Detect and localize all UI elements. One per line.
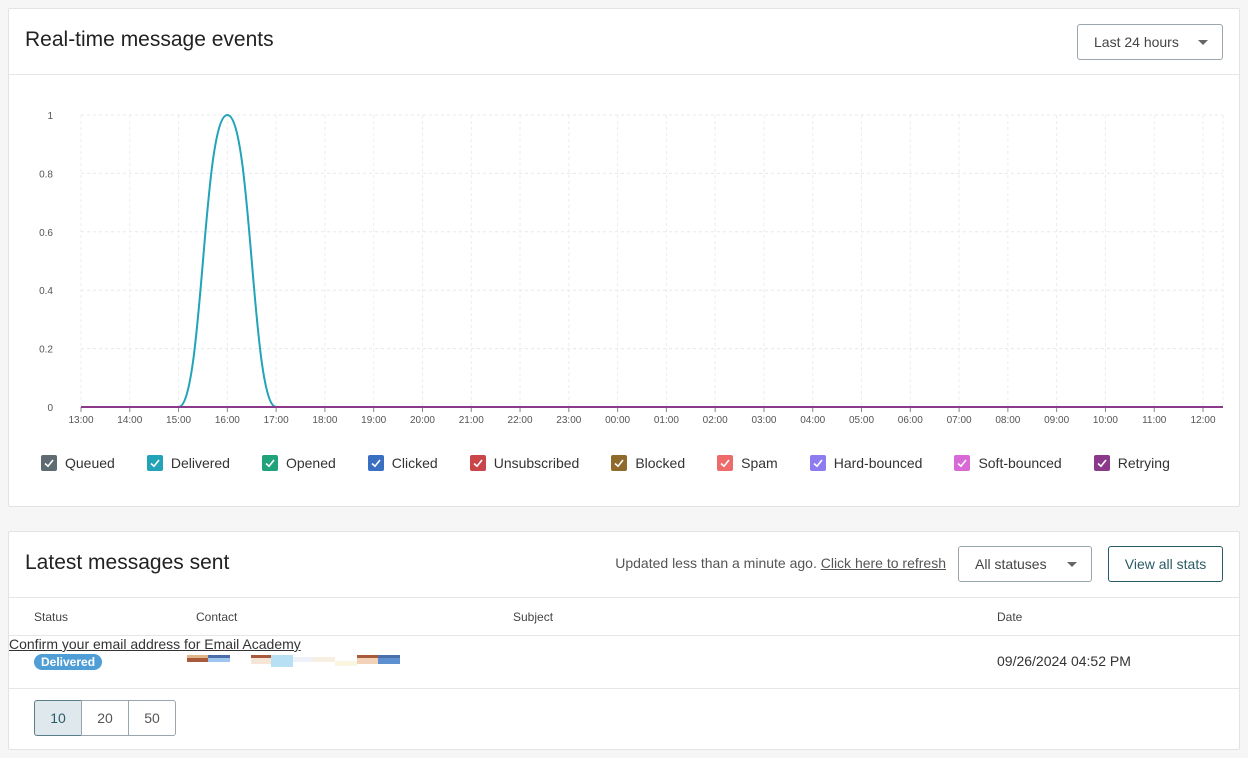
checkbox-checked-icon <box>469 455 486 471</box>
legend-label: Queued <box>65 455 115 471</box>
legend-item-retrying[interactable]: Retrying <box>1093 455 1170 471</box>
chart-legend: Queued Delivered Opened Clicked Unsubscribed… <box>41 455 1202 471</box>
legend-label: Retrying <box>1117 455 1170 471</box>
legend-item-soft-bounced[interactable]: Soft-bounced <box>954 455 1062 471</box>
legend-item-delivered[interactable]: Delivered <box>146 455 230 471</box>
x-tick-label: 01:00 <box>654 415 679 426</box>
x-tick-label: 07:00 <box>947 415 972 426</box>
page-size-50-button[interactable]: 50 <box>128 700 176 736</box>
x-tick-label: 09:00 <box>1044 415 1069 426</box>
x-tick-label: 11:00 <box>1142 415 1167 426</box>
y-tick-label: 0.6 <box>39 228 53 239</box>
x-tick-label: 21:00 <box>459 415 484 426</box>
checkbox-checked-icon <box>367 455 384 471</box>
events-header: Real-time message events Last 24 hours <box>9 9 1239 75</box>
x-tick-label: 16:00 <box>215 415 240 426</box>
x-tick-label: 18:00 <box>312 415 337 426</box>
legend-label: Delivered <box>170 455 230 471</box>
column-contact: Contact <box>196 610 238 624</box>
redacted-contact-image <box>187 655 400 667</box>
legend-item-queued[interactable]: Queued <box>41 455 115 471</box>
x-tick-label: 03:00 <box>751 415 776 426</box>
x-tick-label: 19:00 <box>361 415 386 426</box>
y-tick-label: 1 <box>47 111 53 122</box>
page-size-selector: 10 20 50 <box>34 700 176 736</box>
column-subject: Subject <box>513 610 554 624</box>
table-header: Status Contact Subject Date <box>9 598 1239 636</box>
latest-messages-card: Latest messages sent Updated less than a… <box>8 531 1240 750</box>
legend-item-blocked[interactable]: Blocked <box>611 455 685 471</box>
status-filter-dropdown[interactable]: All statuses <box>958 546 1092 582</box>
events-card: Real-time message events Last 24 hours 0… <box>8 8 1240 507</box>
x-tick-label: 13:00 <box>68 415 93 426</box>
y-tick-label: 0 <box>47 403 53 414</box>
time-range-value: Last 24 hours <box>1094 34 1179 50</box>
checkbox-checked-icon <box>1093 455 1110 471</box>
checkbox-checked-icon <box>717 455 734 471</box>
checkbox-checked-icon <box>809 455 826 471</box>
table-row[interactable]: Delivered Confirm your email address for… <box>9 636 1239 689</box>
x-tick-label: 08:00 <box>995 415 1020 426</box>
legend-label: Hard-bounced <box>833 455 923 471</box>
date-cell: 09/26/2024 04:52 PM <box>997 653 1131 669</box>
page-size-20-button[interactable]: 20 <box>81 700 129 736</box>
view-all-stats-button[interactable]: View all stats <box>1108 546 1223 582</box>
checkbox-checked-icon <box>611 455 628 471</box>
x-tick-label: 00:00 <box>605 415 630 426</box>
updated-text: Updated less than a minute ago. <box>615 555 817 571</box>
x-tick-label: 22:00 <box>508 415 533 426</box>
legend-label: Clicked <box>391 455 438 471</box>
x-tick-label: 23:00 <box>556 415 581 426</box>
legend-label: Soft-bounced <box>978 455 1062 471</box>
x-tick-label: 04:00 <box>800 415 825 426</box>
series-line-delivered <box>81 113 1203 408</box>
x-tick-label: 15:00 <box>166 415 191 426</box>
checkbox-checked-icon <box>41 455 57 471</box>
refresh-link[interactable]: Click here to refresh <box>821 555 946 571</box>
checkbox-checked-icon <box>261 455 278 471</box>
legend-item-hard-bounced[interactable]: Hard-bounced <box>809 455 923 471</box>
y-tick-label: 0.4 <box>39 286 53 297</box>
legend-label: Opened <box>285 455 336 471</box>
events-title: Real-time message events <box>25 28 274 51</box>
legend-label: Blocked <box>635 455 686 471</box>
legend-item-clicked[interactable]: Clicked <box>367 455 438 471</box>
x-tick-label: 17:00 <box>264 415 289 426</box>
x-tick-label: 02:00 <box>703 415 728 426</box>
x-tick-label: 20:00 <box>410 415 435 426</box>
chevron-down-icon <box>1067 562 1077 567</box>
updated-status: Updated less than a minute ago. Click he… <box>615 555 946 571</box>
page-size-10-button[interactable]: 10 <box>34 700 82 736</box>
contact-redacted <box>187 655 402 669</box>
chevron-down-icon <box>1198 40 1208 45</box>
latest-title: Latest messages sent <box>25 551 230 574</box>
subject-link[interactable]: Confirm your email address for Email Aca… <box>9 636 301 652</box>
legend-label: Unsubscribed <box>493 455 580 471</box>
status-badge: Delivered <box>34 654 103 670</box>
x-tick-label: 12:00 <box>1190 415 1215 426</box>
legend-item-opened[interactable]: Opened <box>261 455 336 471</box>
events-chart: 0 0.2 0.4 0.6 0.8 1 13:00 14:00 15:00 16:00 17:00 1… <box>39 111 1224 426</box>
x-tick-label: 06:00 <box>898 415 923 426</box>
status-filter-value: All statuses <box>975 556 1047 572</box>
column-status: Status <box>34 610 69 624</box>
y-tick-label: 0.8 <box>39 169 53 180</box>
time-range-dropdown[interactable]: Last 24 hours <box>1077 24 1223 60</box>
checkbox-checked-icon <box>146 455 163 471</box>
column-date: Date <box>997 610 1023 624</box>
y-tick-label: 0.2 <box>39 345 53 356</box>
latest-header: Latest messages sent Updated less than a… <box>9 532 1239 598</box>
legend-label: Spam <box>741 455 778 471</box>
legend-item-spam[interactable]: Spam <box>717 455 778 471</box>
checkbox-checked-icon <box>954 455 971 471</box>
legend-item-unsubscribed[interactable]: Unsubscribed <box>469 455 580 471</box>
x-tick-label: 10:00 <box>1093 415 1118 426</box>
x-tick-label: 05:00 <box>849 415 874 426</box>
x-tick-label: 14:00 <box>117 415 142 426</box>
